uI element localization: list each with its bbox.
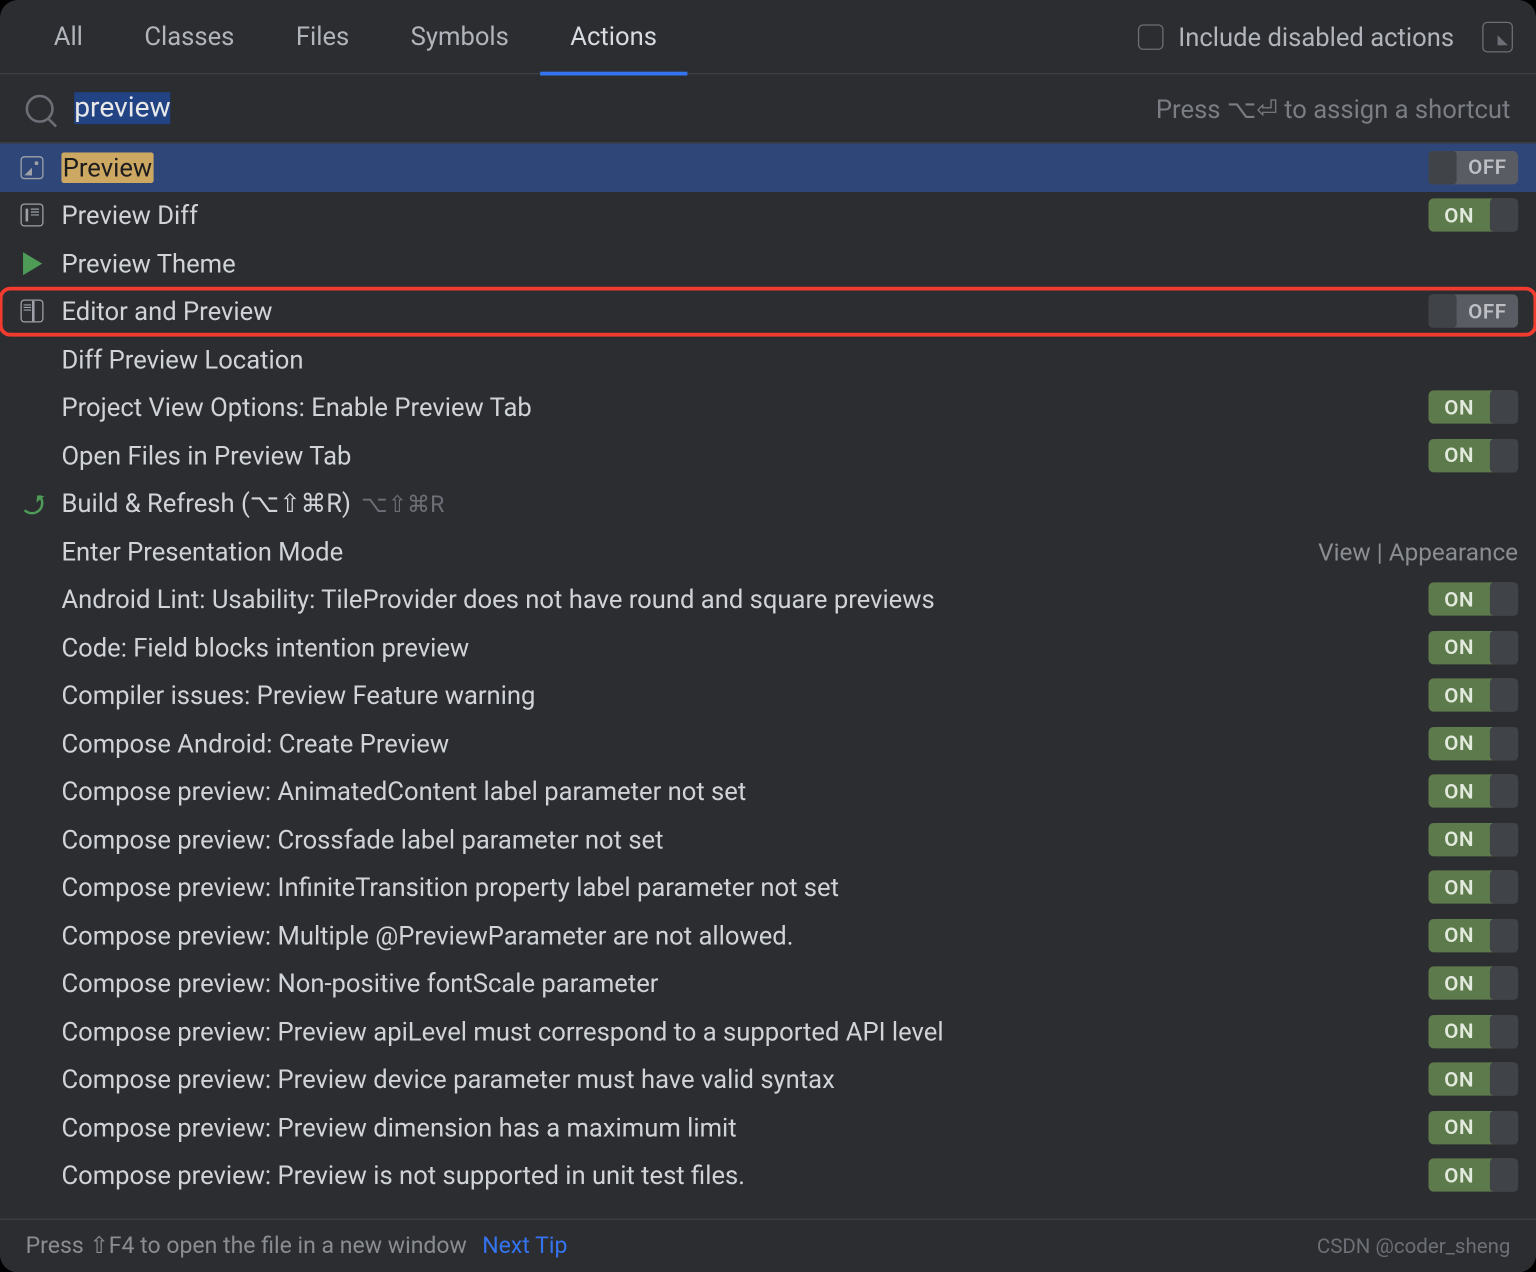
footer: Press ⇧F4 to open the file in a new wind… — [0, 1219, 1536, 1272]
tab-actions[interactable]: Actions — [540, 0, 688, 76]
toggle-switch[interactable]: OFF — [1428, 151, 1518, 184]
result-row[interactable]: Compose preview: AnimatedContent label p… — [0, 767, 1536, 815]
result-label: Compose preview: Preview apiLevel must c… — [51, 1016, 1428, 1047]
toggle-switch[interactable]: ON — [1428, 967, 1518, 1000]
result-label: Compose preview: Multiple @PreviewParame… — [51, 920, 1428, 951]
result-row[interactable]: Code: Field blocks intention previewON — [0, 623, 1536, 671]
search-row: preview Press ⌥⏎ to assign a shortcut — [0, 74, 1536, 143]
include-disabled-checkbox[interactable]: Include disabled actions — [1137, 21, 1454, 52]
result-row[interactable]: Compose preview: Non-positive fontScale … — [0, 959, 1536, 1007]
toggle-switch[interactable]: ON — [1428, 871, 1518, 904]
result-label: Code: Field blocks intention preview — [51, 632, 1428, 663]
toggle-switch[interactable]: ON — [1428, 727, 1518, 760]
toggle-switch[interactable]: ON — [1428, 1159, 1518, 1192]
result-label: Compose preview: Crossfade label paramet… — [51, 824, 1428, 855]
result-label: Android Lint: Usability: TileProvider do… — [51, 584, 1428, 615]
result-row[interactable]: Preview DiffON — [0, 191, 1536, 239]
tab-all[interactable]: All — [23, 0, 114, 76]
result-label: Open Files in Preview Tab — [51, 440, 1428, 471]
image-icon — [13, 156, 51, 179]
result-row[interactable]: Compose preview: Preview is not supporte… — [0, 1151, 1536, 1199]
diff-icon — [13, 204, 51, 227]
search-input-value: preview — [74, 92, 170, 124]
toggle-switch[interactable]: ON — [1428, 775, 1518, 808]
tab-symbols[interactable]: Symbols — [380, 0, 540, 76]
footer-hint: Press ⇧F4 to open the file in a new wind… — [26, 1233, 467, 1260]
result-label: Compose preview: AnimatedContent label p… — [51, 776, 1428, 807]
result-meta: View | Appearance — [1318, 537, 1518, 566]
tab-files[interactable]: Files — [265, 0, 380, 76]
toggle-switch[interactable]: ON — [1428, 823, 1518, 856]
toggle-switch[interactable]: ON — [1428, 391, 1518, 424]
checkbox-icon — [1137, 24, 1163, 50]
toggle-switch[interactable]: ON — [1428, 919, 1518, 952]
result-label: Compose preview: Preview is not supporte… — [51, 1160, 1428, 1191]
search-input[interactable]: preview — [74, 92, 1156, 124]
result-row[interactable]: Android Lint: Usability: TileProvider do… — [0, 575, 1536, 623]
result-row[interactable]: Build & Refresh (⌥⇧⌘R)⌥⇧⌘R — [0, 479, 1536, 527]
toggle-switch[interactable]: ON — [1428, 679, 1518, 712]
result-label: Compose Android: Create Preview — [51, 728, 1428, 759]
result-row[interactable]: Compiler issues: Preview Feature warning… — [0, 671, 1536, 719]
toggle-switch[interactable]: ON — [1428, 199, 1518, 232]
watermark-signature: CSDN @coder_sheng — [1317, 1234, 1511, 1258]
toggle-switch[interactable]: ON — [1428, 583, 1518, 616]
result-row[interactable]: Compose preview: Preview apiLevel must c… — [0, 1007, 1536, 1055]
next-tip-link[interactable]: Next Tip — [482, 1233, 567, 1260]
result-label: Editor and Preview — [51, 296, 1428, 327]
result-label: Compose preview: Non-positive fontScale … — [51, 968, 1428, 999]
result-label: Compiler issues: Preview Feature warning — [51, 680, 1428, 711]
search-icon — [26, 94, 54, 122]
result-label: Compose preview: Preview dimension has a… — [51, 1112, 1428, 1143]
result-row[interactable]: PreviewOFF — [0, 143, 1536, 191]
assign-shortcut-hint: Press ⌥⏎ to assign a shortcut — [1156, 93, 1511, 124]
toggle-switch[interactable]: OFF — [1428, 295, 1518, 328]
result-label: Preview Theme — [51, 248, 1518, 279]
shortcut-secondary: ⌥⇧⌘R — [361, 492, 444, 519]
play-icon — [13, 252, 51, 275]
result-label: Enter Presentation Mode — [51, 536, 1318, 567]
result-row[interactable]: Preview Theme — [0, 239, 1536, 287]
toggle-switch[interactable]: ON — [1428, 439, 1518, 472]
result-label: Preview Diff — [51, 200, 1428, 231]
result-row[interactable]: Open Files in Preview TabON — [0, 431, 1536, 479]
split-icon — [13, 300, 51, 323]
result-label: Preview — [51, 152, 1428, 183]
toggle-switch[interactable]: ON — [1428, 1111, 1518, 1144]
open-new-window-icon[interactable] — [1482, 21, 1513, 52]
toggle-switch[interactable]: ON — [1428, 1063, 1518, 1096]
result-label: Compose preview: Preview device paramete… — [51, 1064, 1428, 1095]
search-everywhere-dialog: All Classes Files Symbols Actions Includ… — [0, 0, 1536, 1272]
refresh-icon — [13, 492, 51, 515]
result-label: Diff Preview Location — [51, 344, 1518, 375]
result-row[interactable]: Diff Preview Location — [0, 335, 1536, 383]
result-row[interactable]: Editor and PreviewOFF — [0, 287, 1536, 335]
toggle-switch[interactable]: ON — [1428, 631, 1518, 664]
result-row[interactable]: Compose preview: InfiniteTransition prop… — [0, 863, 1536, 911]
result-label: Project View Options: Enable Preview Tab — [51, 392, 1428, 423]
toggle-switch[interactable]: ON — [1428, 1015, 1518, 1048]
result-row[interactable]: Compose preview: Preview dimension has a… — [0, 1103, 1536, 1151]
result-label: Build & Refresh (⌥⇧⌘R)⌥⇧⌘R — [51, 488, 1518, 519]
include-disabled-label: Include disabled actions — [1178, 21, 1454, 52]
tab-classes[interactable]: Classes — [114, 0, 265, 76]
result-row[interactable]: Compose preview: Crossfade label paramet… — [0, 815, 1536, 863]
result-row[interactable]: Compose preview: Multiple @PreviewParame… — [0, 911, 1536, 959]
result-label: Compose preview: InfiniteTransition prop… — [51, 872, 1428, 903]
result-row[interactable]: Enter Presentation ModeView | Appearance — [0, 527, 1536, 575]
results-list[interactable]: PreviewOFFPreview DiffONPreview ThemeEdi… — [0, 143, 1536, 1218]
result-row[interactable]: Project View Options: Enable Preview Tab… — [0, 383, 1536, 431]
result-row[interactable]: Compose Android: Create PreviewON — [0, 719, 1536, 767]
tabs-bar: All Classes Files Symbols Actions Includ… — [0, 0, 1536, 74]
result-row[interactable]: Compose preview: Preview device paramete… — [0, 1055, 1536, 1103]
